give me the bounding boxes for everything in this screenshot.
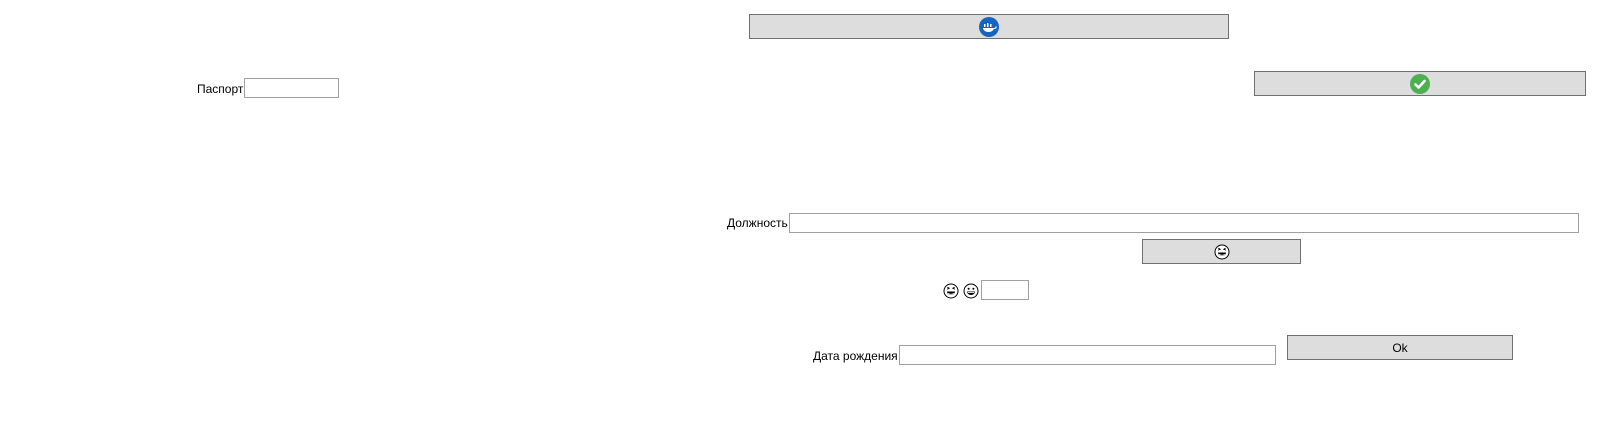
birthdate-label: Дата рождения — [813, 349, 898, 363]
top-icon-button[interactable] — [749, 14, 1229, 39]
confirm-button[interactable] — [1254, 71, 1586, 96]
passport-label: Паспорт — [197, 82, 244, 96]
position-input[interactable] — [789, 213, 1579, 233]
emoji-field-input[interactable] — [981, 280, 1029, 300]
emoji-button[interactable] — [1142, 239, 1301, 264]
green-check-icon — [1410, 73, 1430, 94]
laughing-face-icon — [943, 283, 959, 299]
position-label: Должность — [727, 216, 788, 230]
grinning-face-icon — [963, 283, 979, 299]
ok-button[interactable]: Ok — [1287, 335, 1513, 360]
steam-cup-icon — [979, 16, 999, 37]
ok-button-label: Ok — [1392, 340, 1408, 355]
birthdate-input[interactable] — [899, 345, 1276, 365]
passport-input[interactable] — [244, 78, 339, 98]
laughing-face-icon — [1214, 244, 1230, 260]
